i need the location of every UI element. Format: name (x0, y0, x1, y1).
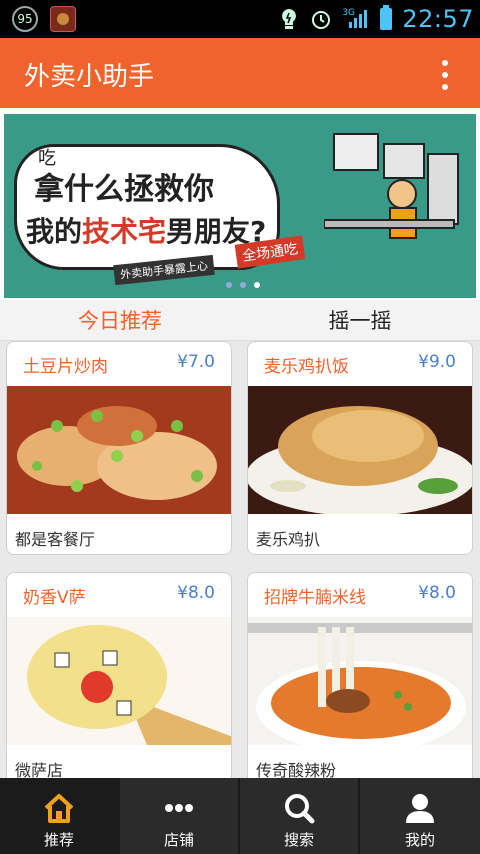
dish-name: 招牌牛腩米线 (264, 588, 366, 608)
shop-name: 都是客餐厅 (15, 530, 96, 549)
nav-label: 推荐 (43, 831, 74, 849)
status-indicators: 3G 22:57 (278, 0, 474, 38)
search-icon (285, 794, 315, 824)
clock: 22:57 (402, 5, 474, 33)
nav-label: 我的 (404, 831, 435, 849)
network-type: 3G (342, 8, 356, 18)
status-bar: 95 3G 22:57 (0, 0, 480, 38)
tab-today-recommend[interactable]: 今日推荐 (0, 300, 240, 340)
nav-recommend[interactable]: 推荐 (0, 778, 118, 854)
app-notification-icon (50, 6, 76, 32)
dish-name: 土豆片炒肉 (23, 357, 108, 377)
dish-price: ¥8.0 (418, 583, 456, 603)
menu-dot-icon (442, 60, 448, 66)
dots-icon (165, 804, 193, 812)
nav-label: 搜索 (283, 831, 314, 849)
page-dot (226, 282, 232, 288)
dish-name: 麦乐鸡扒饭 (264, 357, 349, 377)
nav-search[interactable]: 搜索 (240, 778, 358, 854)
shop-name: 麦乐鸡扒 (256, 530, 321, 549)
dish-card[interactable]: 奶香V萨 ¥8.0 微萨店 (6, 572, 232, 786)
tab-shake[interactable]: 摇一摇 (240, 300, 480, 340)
battery-icon (380, 5, 393, 30)
nav-stores[interactable]: 店铺 (120, 778, 238, 854)
banner-headline: 拿什么拯救你 (34, 172, 214, 207)
page-dot (240, 282, 246, 288)
menu-dot-icon (442, 84, 448, 90)
promo-banner[interactable]: 吃 拿什么拯救你 我的技术宅男朋友? 全场通吃 外卖助手暴露上心 (0, 108, 480, 300)
app-bar: 外卖小助手 (0, 38, 480, 108)
page-dot-active (254, 282, 260, 288)
alarm-icon (310, 8, 332, 30)
banner-subheadline: 我的技术宅男朋友? (26, 210, 266, 250)
notification-badge-icon: 95 (12, 6, 38, 32)
banner-page-indicator (226, 282, 260, 288)
home-icon (44, 794, 74, 823)
dish-name: 奶香V萨 (23, 588, 86, 608)
banner-image[interactable]: 吃 拿什么拯救你 我的技术宅男朋友? 全场通吃 外卖助手暴露上心 (4, 114, 476, 298)
nav-label: 店铺 (163, 831, 194, 849)
dish-price: ¥9.0 (418, 352, 456, 372)
dish-price: ¥7.0 (177, 352, 215, 372)
notification-count: 95 (17, 12, 33, 26)
dish-photo (7, 617, 231, 745)
app-title: 外卖小助手 (24, 62, 155, 92)
signal-3g-icon: 3G (342, 8, 370, 30)
lightbulb-icon (278, 8, 300, 30)
overflow-menu-button[interactable] (440, 60, 450, 90)
bottom-navigation: 推荐 店铺 搜索 我的 (0, 778, 480, 854)
menu-dot-icon (442, 72, 448, 78)
nav-mine[interactable]: 我的 (360, 778, 480, 854)
banner-sub-pre: 我的 (26, 215, 83, 248)
dish-card[interactable]: 麦乐鸡扒饭 ¥9.0 麦乐鸡扒 (247, 341, 473, 555)
tab-bar: 今日推荐 摇一摇 (0, 300, 480, 341)
dish-photo (248, 617, 472, 745)
dish-card[interactable]: 土豆片炒肉 ¥7.0 都是客餐厅 (6, 341, 232, 555)
person-icon (406, 794, 434, 823)
dish-photo (248, 386, 472, 514)
banner-sub-highlight: 技术宅 (82, 215, 167, 248)
dish-price: ¥8.0 (177, 583, 215, 603)
computer-illustration (324, 133, 459, 239)
dish-card[interactable]: 招牌牛腩米线 ¥8.0 传奇酸辣粉 (247, 572, 473, 786)
dish-photo (7, 386, 231, 514)
